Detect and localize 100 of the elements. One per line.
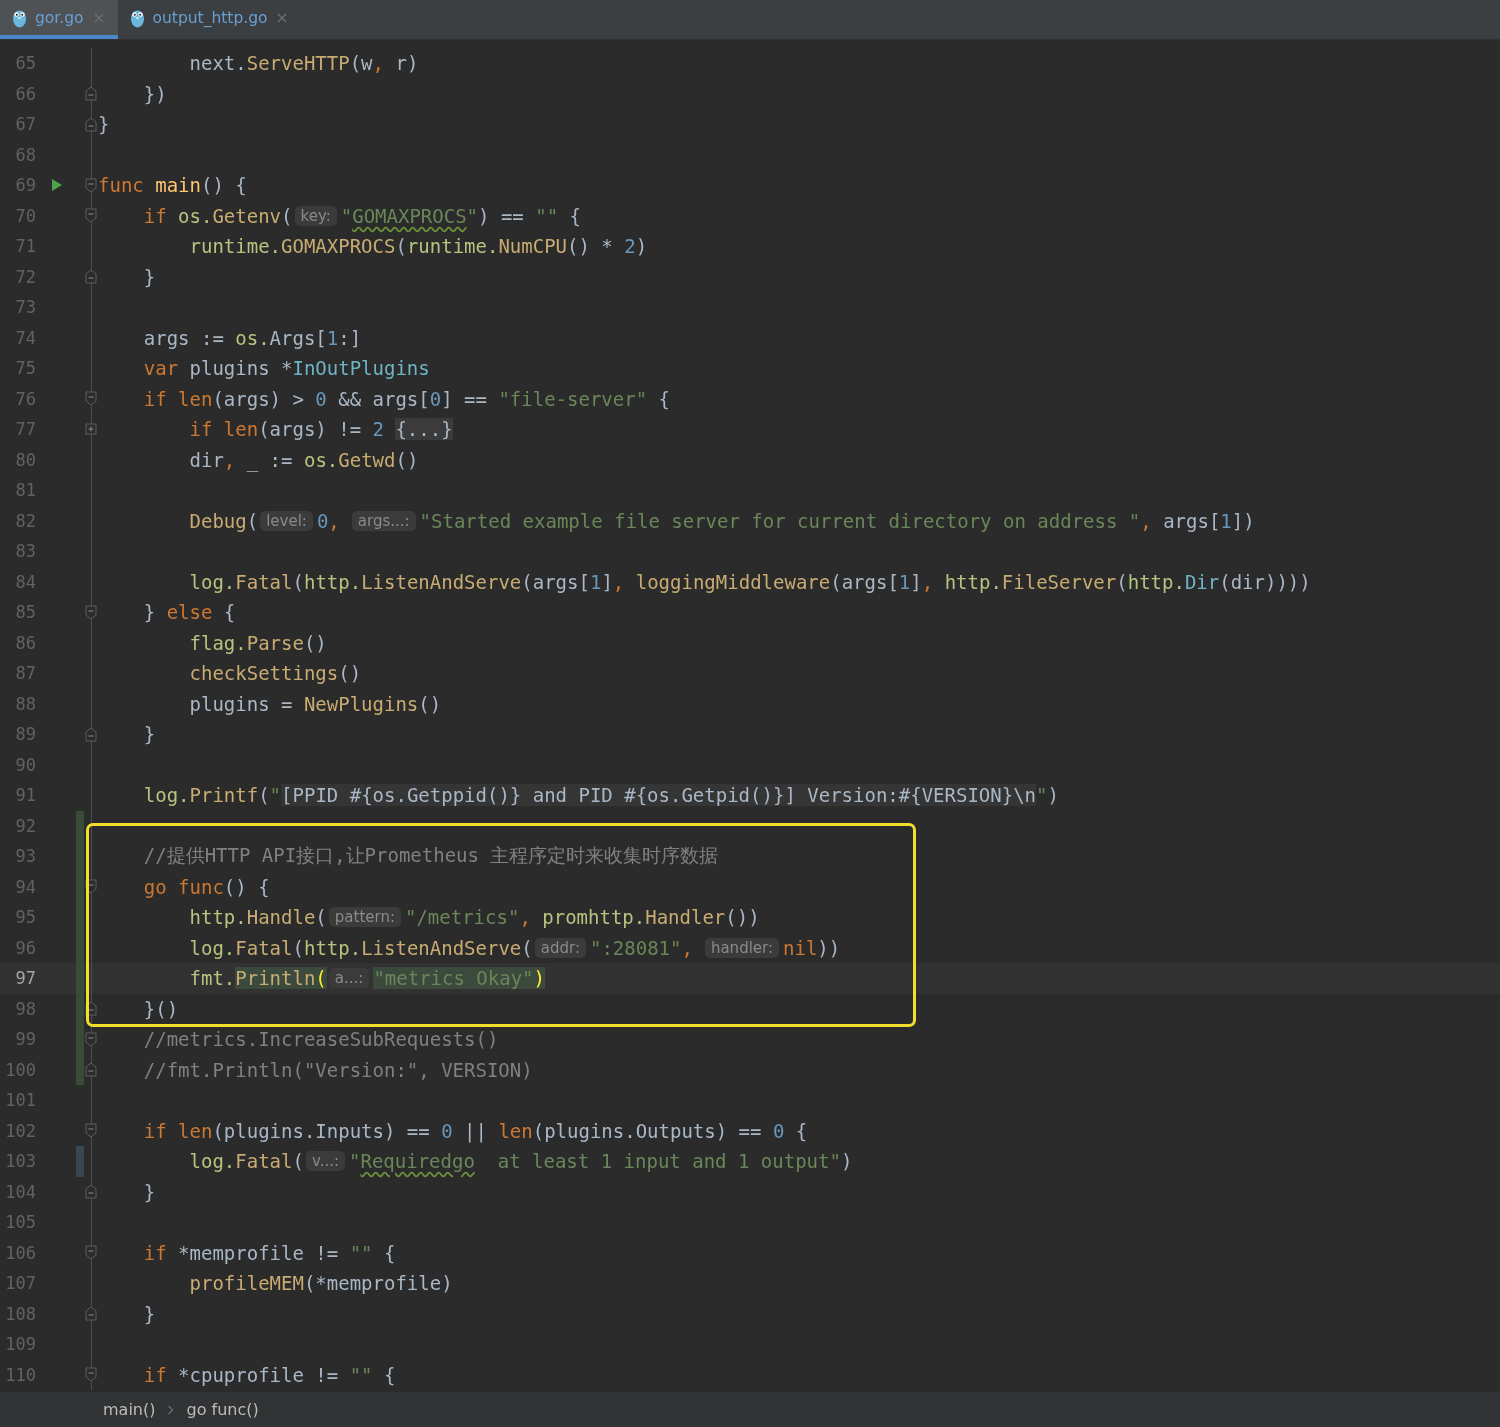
code-text: ] ==	[441, 387, 488, 410]
string-literal: ""	[535, 204, 559, 227]
number-literal: 0	[315, 387, 327, 410]
string-literal: "	[349, 1150, 361, 1173]
function-name: checkSettings	[188, 662, 339, 685]
parameter-hint: v...:	[305, 1151, 345, 1172]
close-icon[interactable]	[277, 12, 288, 23]
line-number: 76	[14, 388, 36, 409]
code-text: )	[533, 967, 545, 990]
close-icon[interactable]	[93, 12, 104, 23]
change-marker[interactable]	[76, 810, 84, 841]
line-number: 72	[14, 266, 36, 287]
code-text: :]	[338, 326, 362, 349]
function-name: NumCPU	[498, 235, 568, 258]
fold-icon[interactable]	[85, 879, 97, 895]
code-text: ]	[910, 570, 922, 593]
line-number: 96	[14, 937, 36, 958]
code-text: dir	[188, 448, 224, 471]
line-number: 87	[14, 663, 36, 684]
breadcrumb-item[interactable]: go func()	[186, 1400, 259, 1419]
code-text: (args) >	[212, 387, 305, 410]
code-text: (	[315, 906, 327, 929]
code-text: ,	[1140, 509, 1152, 532]
line-number: 75	[14, 358, 36, 379]
code-text: (	[315, 967, 327, 990]
package-name: flag.	[188, 631, 247, 654]
code-text: {	[383, 1363, 396, 1386]
code-text: }	[142, 723, 156, 746]
keyword: func	[98, 174, 145, 197]
code-text: args[	[1162, 509, 1221, 532]
change-marker[interactable]	[76, 1146, 84, 1177]
line-number: 65	[14, 53, 36, 74]
code-text: (	[258, 784, 270, 807]
code-text: (*memprofile)	[303, 1272, 453, 1295]
line-number: 84	[14, 571, 36, 592]
code-text: (	[521, 936, 533, 959]
line-number: 110	[4, 1364, 36, 1385]
parameter-hint: addr:	[534, 937, 586, 958]
package-name: os.	[303, 448, 339, 471]
line-number: 103	[4, 1151, 36, 1172]
keyword: if len	[142, 387, 213, 410]
change-marker[interactable]	[76, 1054, 84, 1085]
package-name: fmt.	[188, 967, 236, 990]
code-text: {	[383, 1241, 396, 1264]
package-name: log.	[142, 784, 190, 807]
string-literal: "	[466, 204, 479, 227]
code-text: (	[292, 570, 304, 593]
line-number: 70	[14, 205, 36, 226]
code-text: (plugins.Inputs) ==	[212, 1119, 431, 1142]
code-text: }()	[142, 997, 179, 1020]
code-text: plugins =	[188, 692, 294, 715]
code-text: plugins *	[188, 357, 293, 380]
code-text: {	[222, 601, 236, 624]
package-name: http.	[188, 906, 247, 929]
fold-icon[interactable]	[85, 1001, 97, 1017]
run-icon[interactable]	[51, 178, 63, 193]
number-literal: 0	[429, 387, 442, 410]
function-name: Fatal	[235, 1150, 293, 1173]
function-name: GOMAXPROCS	[281, 235, 396, 258]
string-literal: [PPID #{os.Getppid()} and PID #{os.Getpid()}] Version:#{VERSION}\n	[281, 784, 1037, 807]
type-name: Dir	[1184, 570, 1220, 593]
code-text: ,	[519, 906, 531, 929]
function-name: ServeHTTP	[246, 52, 350, 75]
code-text: })	[142, 82, 167, 105]
number-literal: 0	[772, 1119, 785, 1142]
code-text: () {	[200, 174, 247, 197]
keyword: else	[166, 601, 213, 624]
line-number: 67	[14, 114, 36, 135]
code-text: ])	[1231, 509, 1255, 532]
code-text: ()	[418, 692, 442, 715]
code-text: )	[1047, 784, 1059, 807]
code-text: *cpuprofile !=	[177, 1363, 340, 1386]
file-tab[interactable]: output_http.go	[117, 0, 302, 39]
line-number: 81	[14, 480, 36, 501]
expand-icon[interactable]	[85, 423, 97, 436]
breadcrumb-item[interactable]: main()	[103, 1400, 156, 1419]
code-text: (	[281, 204, 293, 227]
function-name: Printf	[189, 784, 259, 807]
package-name: runtime.	[406, 235, 499, 258]
code-text: (w	[349, 52, 373, 75]
code-text: ||	[463, 1119, 488, 1142]
folded-code[interactable]: {...}	[395, 418, 453, 441]
line-number: 93	[14, 846, 36, 867]
function-name: Getwd	[338, 448, 396, 471]
file-tab[interactable]: gor.go	[0, 0, 118, 39]
code-text: }	[142, 1302, 156, 1325]
line-number: 95	[14, 907, 36, 928]
keyword: if len	[188, 418, 259, 441]
function-name: Debug	[188, 509, 247, 532]
package-name: http.	[1127, 570, 1185, 593]
package-name: log.	[188, 570, 236, 593]
package-name: log.	[188, 936, 236, 959]
parameter-hint: handler:	[704, 937, 779, 958]
parameter-hint: key:	[294, 205, 337, 226]
line-number: 69	[14, 175, 36, 196]
function-name: Parse	[246, 631, 304, 654]
code-text: ())	[725, 906, 760, 929]
line-number: 104	[4, 1181, 36, 1202]
line-number: 86	[14, 632, 36, 653]
line-number: 107	[4, 1273, 36, 1294]
